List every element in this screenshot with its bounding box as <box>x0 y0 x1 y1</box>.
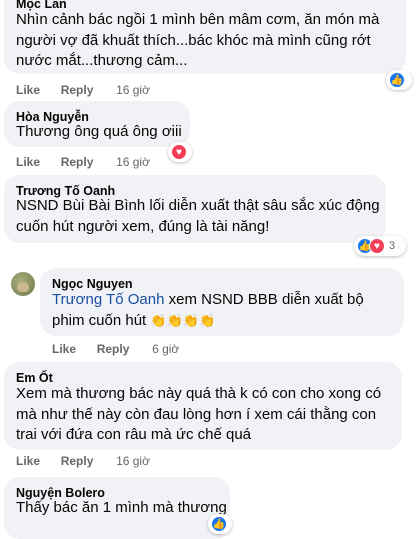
comment-actions: Like Reply 6 giờ <box>52 342 179 356</box>
mention-link[interactable]: Trương Tố Oanh <box>52 291 164 308</box>
comment-actions: Like Reply 16 giờ <box>16 155 150 169</box>
like-icon: 👍 <box>211 516 227 532</box>
reply-button[interactable]: Reply <box>61 454 94 468</box>
comment-text: Thấy bác ăn 1 mình mà thương <box>16 499 227 516</box>
comment-actions: Like Reply 16 giờ <box>16 83 150 97</box>
comment-text: Xem mà thương bác này quá thà k có con c… <box>16 385 382 443</box>
clap-emoji: 👏👏👏👏 <box>150 312 216 328</box>
comment-text: Nhìn cảnh bác ngồi 1 mình bên mâm cơm, ă… <box>16 11 380 69</box>
comment-time[interactable]: 16 giờ <box>116 454 150 468</box>
comment-time[interactable]: 6 giờ <box>152 342 179 356</box>
comment-time[interactable]: 16 giờ <box>116 155 150 169</box>
like-button[interactable]: Like <box>16 83 40 97</box>
comment-actions: Like Reply 16 giờ <box>16 454 150 468</box>
comment-text: Trương Tố Oanh xem NSND BBB diễn xuất bộ… <box>52 291 364 329</box>
comment-text: Thương ông quá ông ơiii <box>16 123 182 140</box>
reaction-summary[interactable]: 👍 <box>386 70 412 90</box>
reaction-summary[interactable]: 👍 <box>208 514 232 534</box>
comment-author[interactable]: Ngọc Nguyen <box>52 277 133 291</box>
reply-button[interactable]: Reply <box>61 155 94 169</box>
love-icon: ♥ <box>171 144 187 160</box>
like-button[interactable]: Like <box>52 342 76 356</box>
like-button[interactable]: Like <box>16 454 40 468</box>
reaction-count: 3 <box>389 240 396 252</box>
comment-author[interactable]: Em Ốt <box>16 371 53 385</box>
avatar[interactable] <box>11 272 35 296</box>
reply-button[interactable]: Reply <box>61 83 94 97</box>
reaction-summary[interactable]: 👍 ♥ 3 <box>354 236 406 256</box>
like-icon: 👍 <box>389 72 405 88</box>
reply-button[interactable]: Reply <box>97 342 130 356</box>
like-button[interactable]: Like <box>16 155 40 169</box>
comment-text: NSND Bùi Bài Bình lối diễn xuất thật sâu… <box>16 197 380 235</box>
love-icon: ♥ <box>369 238 385 254</box>
comment-time[interactable]: 16 giờ <box>116 83 150 97</box>
reaction-summary[interactable]: ♥ <box>168 142 192 162</box>
